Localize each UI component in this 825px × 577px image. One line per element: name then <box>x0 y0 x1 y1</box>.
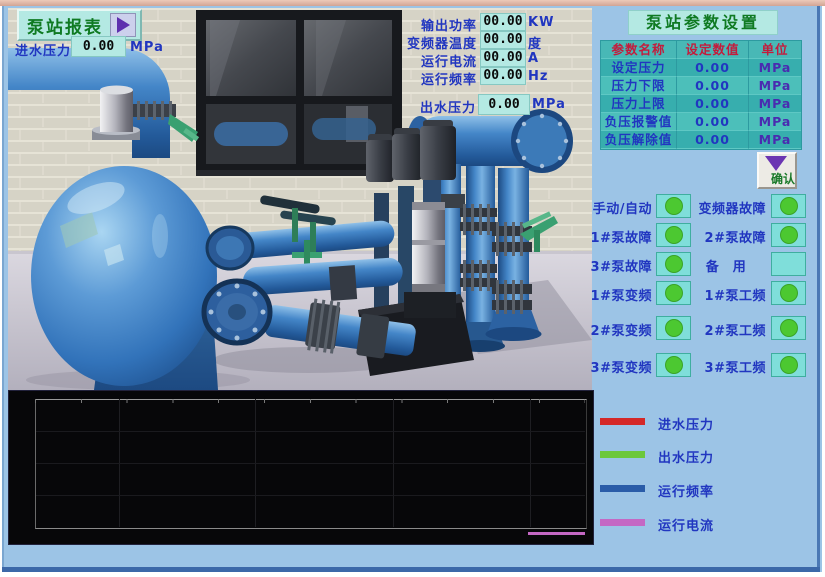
indicator-label: 3#泵工频 <box>686 357 766 376</box>
param-name: 负压报警值 <box>601 113 677 131</box>
param-unit: MPa <box>749 77 801 95</box>
readout-unit-temp: 度 <box>528 33 542 52</box>
pressure-tank <box>31 166 217 386</box>
legend-label: 出水压力 <box>658 447 714 466</box>
status-lamp-pump2-line <box>771 316 806 340</box>
param-unit: MPa <box>749 59 801 77</box>
indicator-label: 手动/自动 <box>586 198 652 217</box>
param-value-input[interactable]: 0.00 <box>677 77 749 95</box>
trend-x-ticks <box>35 399 585 403</box>
outlet-pressure-unit: MPa <box>532 97 566 112</box>
legend-swatch-outlet <box>600 451 645 458</box>
readout-label-power: 输出功率 <box>395 15 477 34</box>
indicator-label: 3#泵故障 <box>586 256 652 275</box>
inlet-pressure-unit: MPa <box>130 40 164 55</box>
lamp-icon <box>665 226 683 244</box>
readout-label-current: 运行电流 <box>395 51 477 70</box>
frame-edge-left <box>2 6 4 572</box>
col-header-name: 参数名称 <box>601 41 677 59</box>
param-unit: MPa <box>749 95 801 113</box>
confirm-arrow-icon <box>765 156 787 171</box>
indicator-label: 1#泵变频 <box>586 285 652 304</box>
play-icon <box>110 13 136 37</box>
param-unit: MPa <box>749 113 801 131</box>
readout-value-freq: 00.00 <box>480 67 526 85</box>
indicator-label: 变频器故障 <box>686 198 766 217</box>
param-value-input[interactable]: 0.00 <box>677 95 749 113</box>
lamp-icon <box>780 284 798 302</box>
lamp-icon <box>665 197 683 215</box>
trend-chart <box>8 390 594 545</box>
param-name: 设定压力 <box>601 59 677 77</box>
confirm-button-label: 确认 <box>771 170 795 187</box>
param-value-input[interactable]: 0.00 <box>677 59 749 77</box>
param-value-input[interactable]: 0.00 <box>677 131 749 149</box>
status-lamp-pump3-line <box>771 353 806 377</box>
status-lamp-pump2-fault <box>771 223 806 247</box>
indicator-label: 备 用 <box>686 256 766 275</box>
readout-unit-freq: Hz <box>528 69 548 84</box>
lamp-icon <box>780 226 798 244</box>
outlet-pressure-label: 出水压力 <box>396 97 476 116</box>
report-button-label: 泵站报表 <box>27 13 103 38</box>
indicator-label: 2#泵故障 <box>686 227 766 246</box>
legend-swatch-frequency <box>600 485 645 492</box>
frame-edge-bottom <box>2 567 820 572</box>
col-header-value: 设定数值 <box>677 41 749 59</box>
lamp-icon <box>780 356 798 374</box>
param-unit: MPa <box>749 131 801 149</box>
param-name: 负压解除值 <box>601 131 677 149</box>
confirm-button[interactable]: 确认 <box>757 152 797 189</box>
legend-label: 运行电流 <box>658 515 714 534</box>
status-lamp-pump1-line <box>771 281 806 305</box>
outlet-pressure-value: 0.00 <box>478 94 530 115</box>
legend-swatch-inlet <box>600 418 645 425</box>
indicator-label: 2#泵变频 <box>586 320 652 339</box>
legend-swatch-current <box>600 519 645 526</box>
legend-label: 运行频率 <box>658 481 714 500</box>
settings-panel-title: 泵站参数设置 <box>628 10 778 35</box>
readout-label-temp: 变频器温度 <box>395 33 477 52</box>
frame-edge-right <box>817 6 820 572</box>
status-lamp-vfd-fault <box>771 194 806 218</box>
indicator-label: 2#泵工频 <box>686 320 766 339</box>
inlet-pressure-label: 进水压力 <box>15 40 71 59</box>
status-lamp-spare <box>771 252 806 276</box>
lamp-icon <box>780 197 798 215</box>
indicator-label: 1#泵工频 <box>686 285 766 304</box>
settings-table: 参数名称 设定数值 单位 设定压力 0.00 MPa 压力下限 0.00 MPa… <box>600 40 802 150</box>
param-name: 压力下限 <box>601 77 677 95</box>
lamp-icon <box>665 284 683 302</box>
readout-value-current: 00.00 <box>480 49 526 67</box>
indicator-label: 3#泵变频 <box>586 357 652 376</box>
readout-value-power: 00.00 <box>480 13 526 31</box>
param-name: 压力上限 <box>601 95 677 113</box>
indicator-label: 1#泵故障 <box>586 227 652 246</box>
trend-plot-area <box>35 399 587 529</box>
col-header-unit: 单位 <box>749 41 801 59</box>
param-value-input[interactable]: 0.00 <box>677 113 749 131</box>
legend-label: 进水压力 <box>658 414 714 433</box>
lamp-icon <box>665 255 683 273</box>
running-current-trace <box>528 532 585 535</box>
readout-unit-power: KW <box>528 15 554 30</box>
readout-label-freq: 运行频率 <box>395 69 477 88</box>
hmi-screen: 泵站报表 进水压力 0.00 MPa 输出功率 00.00 KW 变频器温度 0… <box>0 0 825 577</box>
readout-unit-current: A <box>528 51 539 66</box>
inlet-pressure-value: 0.00 <box>71 36 126 57</box>
lamp-icon <box>665 356 683 374</box>
readout-value-temp: 00.00 <box>480 31 526 49</box>
lamp-icon <box>665 319 683 337</box>
lamp-icon <box>780 319 798 337</box>
